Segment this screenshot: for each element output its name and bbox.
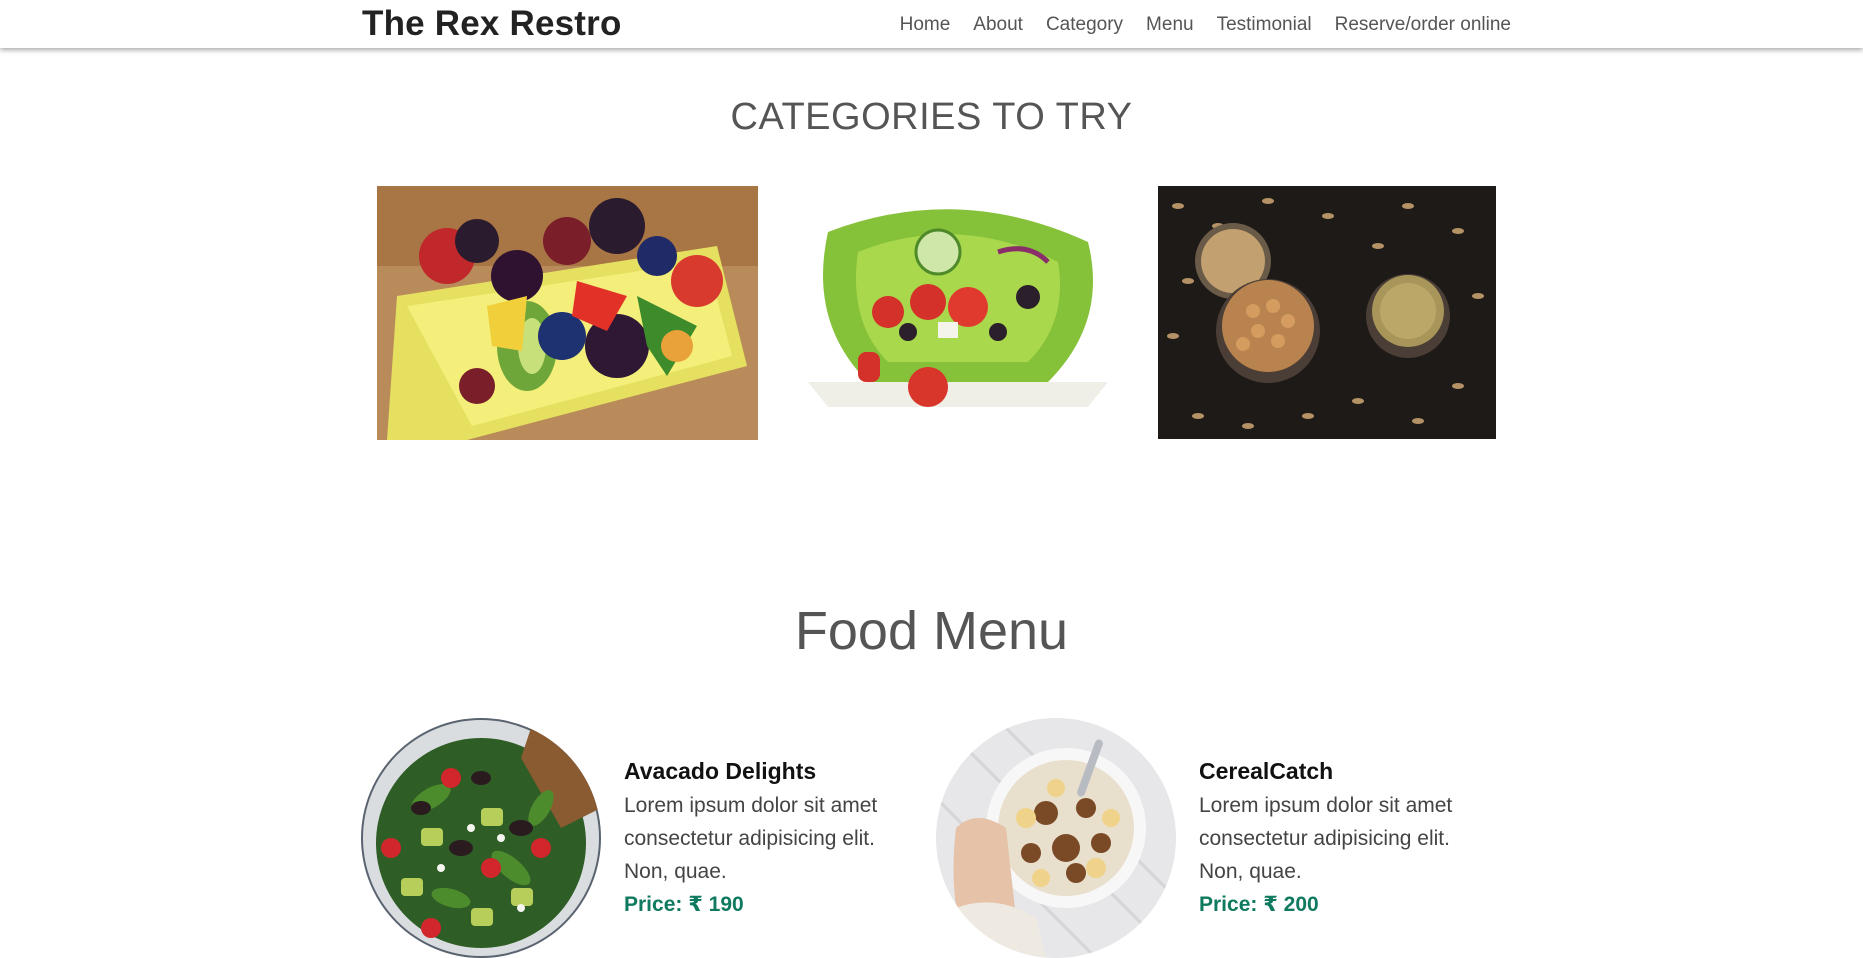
cereal-bowl-image	[936, 718, 1176, 958]
menu-item-avocado-delights[interactable]: Avacado Delights Lorem ipsum dolor sit a…	[361, 718, 921, 958]
nav-link-home[interactable]: Home	[900, 14, 951, 36]
menu-item-details: Avacado Delights Lorem ipsum dolor sit a…	[624, 758, 924, 921]
nav-link-testimonial[interactable]: Testimonial	[1217, 14, 1312, 36]
menu-item-name: Avacado Delights	[624, 758, 817, 784]
menu-item-price: Price: ₹ 200	[1199, 893, 1319, 916]
categories-heading: CATEGORIES TO TRY	[730, 96, 1133, 138]
menu-item-description: Lorem ipsum dolor sit amet consectetur a…	[1199, 794, 1453, 883]
menu-item-name: CerealCatch	[1199, 758, 1334, 784]
nav-link-about[interactable]: About	[973, 14, 1023, 36]
nav-link-category[interactable]: Category	[1046, 14, 1123, 36]
menu-item-description: Lorem ipsum dolor sit amet consectetur a…	[624, 794, 878, 883]
fruit-salad-image[interactable]	[377, 186, 758, 440]
food-menu-heading: Food Menu	[794, 601, 1069, 661]
avocado-salad-image	[361, 718, 601, 958]
nav-link-reserve-order[interactable]: Reserve/order online	[1335, 14, 1511, 36]
grains-pulses-image[interactable]	[1158, 186, 1496, 439]
menu-item-cerealcatch[interactable]: CerealCatch Lorem ipsum dolor sit amet c…	[936, 718, 1496, 958]
navbar: The Rex Restro Home About Category Menu …	[0, 0, 1863, 48]
vegetable-salad-image[interactable]	[798, 192, 1117, 432]
brand-logo[interactable]: The Rex Restro	[362, 4, 622, 44]
menu-item-price: Price: ₹ 190	[624, 893, 744, 916]
menu-item-details: CerealCatch Lorem ipsum dolor sit amet c…	[1199, 758, 1499, 921]
nav-links: Home About Category Menu Testimonial Res…	[900, 14, 1511, 36]
nav-link-menu[interactable]: Menu	[1146, 14, 1194, 36]
